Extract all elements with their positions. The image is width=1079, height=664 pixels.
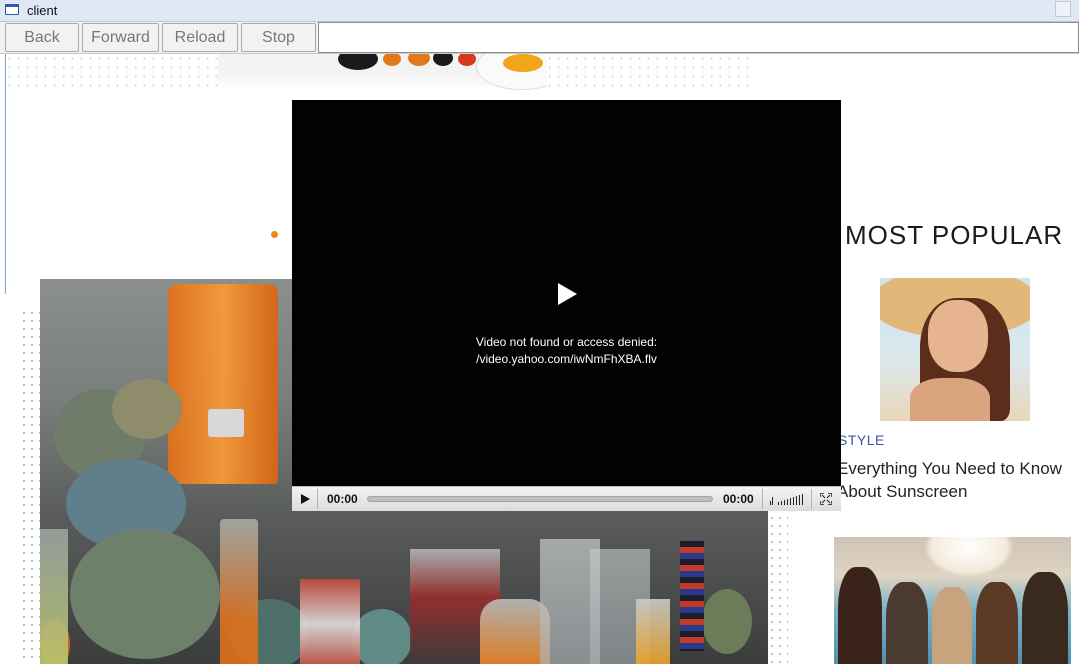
glass-bottle [40, 529, 68, 664]
divider [762, 489, 763, 509]
candy-jar [636, 599, 670, 664]
glass-bottle [220, 519, 258, 664]
pumpkin [70, 529, 220, 659]
bullet-dot [271, 231, 278, 238]
person [886, 582, 928, 664]
person [932, 587, 972, 664]
window-control-button[interactable] [1055, 1, 1071, 17]
error-line-2: /video.yahoo.com/iwNmFhXBA.flv [476, 352, 657, 366]
duration: 00:00 [723, 492, 754, 506]
article-headline-link[interactable]: Everything You Need to Know About Sunscr… [837, 457, 1077, 503]
divider [811, 489, 812, 509]
pitcher-spout [208, 409, 244, 437]
video-error-message: Video not found or access denied: /video… [292, 334, 841, 368]
video-player[interactable]: Video not found or access denied: /video… [292, 100, 841, 511]
current-time: 00:00 [327, 492, 358, 506]
pumpkin [352, 609, 412, 664]
woman-sun-hat-image[interactable] [880, 278, 1030, 421]
most-popular-heading: MOST POPULAR [845, 220, 1064, 250]
sun-glow [924, 537, 1014, 577]
seek-bar[interactable] [367, 496, 713, 502]
face [928, 300, 988, 372]
error-line-1: Video not found or access denied: [475, 335, 658, 349]
person [838, 567, 882, 664]
stop-button[interactable]: Stop [241, 23, 316, 52]
pumpkin [702, 589, 752, 654]
reload-button[interactable]: Reload [162, 23, 238, 52]
candy-stack [680, 541, 704, 651]
play-icon[interactable] [301, 494, 310, 504]
food-tray-image[interactable] [218, 54, 547, 91]
browser-window: client Back Forward Reload Stop MOST POP… [0, 0, 1079, 664]
address-bar[interactable] [318, 22, 1079, 53]
title-bar: client [0, 0, 1079, 22]
dot-pattern-right [768, 514, 788, 664]
volume-icon[interactable] [770, 493, 806, 505]
pumpkin [112, 379, 182, 439]
candy-jar [300, 579, 360, 664]
beach-friends-image[interactable] [834, 537, 1071, 664]
shoulder [910, 378, 990, 421]
back-button[interactable]: Back [5, 23, 79, 52]
play-icon[interactable] [558, 283, 577, 305]
dot-pattern-left [20, 309, 40, 664]
video-controls: 00:00 00:00 [292, 486, 841, 511]
fullscreen-icon[interactable] [820, 493, 832, 505]
drink-pitcher [168, 284, 278, 484]
food-item [503, 54, 543, 72]
window-title: client [27, 3, 58, 18]
toolbar: Back Forward Reload Stop [0, 22, 1079, 54]
divider [317, 489, 318, 509]
forward-button[interactable]: Forward [82, 23, 159, 52]
article-category[interactable]: STYLE [838, 432, 885, 448]
window-icon [5, 4, 19, 15]
person [976, 582, 1018, 664]
person [1022, 572, 1068, 664]
